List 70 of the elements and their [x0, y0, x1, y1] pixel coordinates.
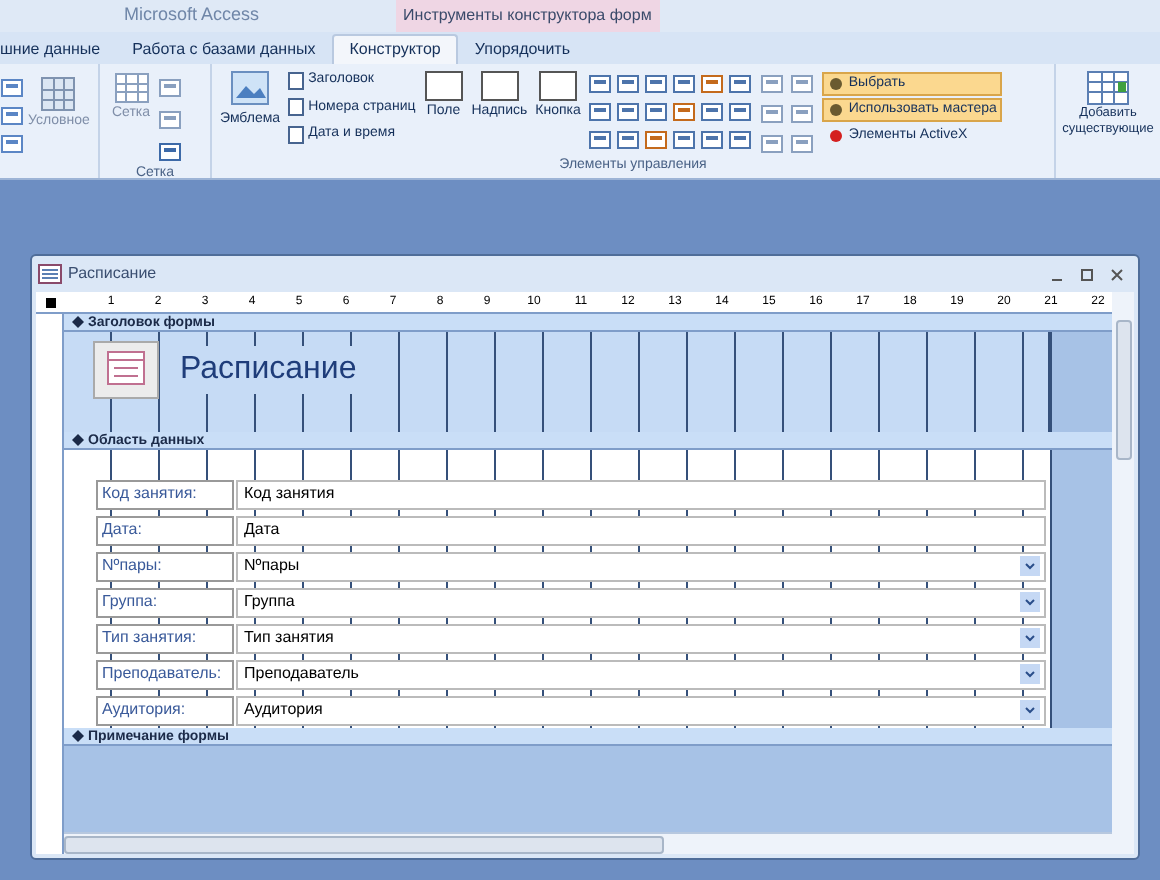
- scroll-thumb[interactable]: [64, 835, 664, 853]
- control-tool-icon[interactable]: [700, 100, 725, 124]
- window-title: Расписание: [68, 262, 157, 286]
- form-selector[interactable]: [45, 297, 55, 307]
- ribbon-tab[interactable]: Работа с базами данных: [116, 34, 332, 64]
- ribbon-tab[interactable]: шние данные: [0, 34, 117, 64]
- control-tool-icon[interactable]: [700, 128, 725, 152]
- control-tool-icon[interactable]: [728, 72, 753, 96]
- ribbon-tab[interactable]: Упорядочить: [458, 34, 586, 64]
- format-icon[interactable]: [790, 132, 815, 156]
- format-icon[interactable]: [760, 102, 785, 126]
- form-title: Расписание: [180, 346, 357, 394]
- context-title: Инструменты конструктора форм: [395, 0, 660, 32]
- form-logo-icon: [92, 340, 160, 400]
- format-icon[interactable]: [0, 104, 24, 128]
- control-tool-icon[interactable]: [644, 128, 669, 152]
- ribbon-tab[interactable]: Конструктор: [331, 34, 459, 64]
- dropdown-icon[interactable]: [1020, 592, 1040, 612]
- field-label: Код занятия:: [96, 479, 234, 509]
- dropdown-icon[interactable]: [1020, 628, 1040, 648]
- close-icon[interactable]: [1110, 267, 1124, 281]
- maximize-icon[interactable]: [1080, 267, 1094, 281]
- control-tool-icon[interactable]: [644, 100, 669, 124]
- combo-box[interactable]: Аудитория: [236, 695, 1046, 725]
- dropdown-icon[interactable]: [1020, 664, 1040, 684]
- field-label: Тип занятия:: [96, 623, 234, 653]
- control-icon: [538, 70, 579, 102]
- combo-box[interactable]: Тип занятия: [236, 623, 1046, 653]
- text-box[interactable]: Дата: [236, 515, 1046, 545]
- combo-box[interactable]: Группа: [236, 587, 1046, 617]
- logo-icon: [230, 70, 271, 110]
- field-label: Преподаватель:: [96, 659, 234, 689]
- field-label: Nºпары:: [96, 551, 234, 581]
- control-tool-icon[interactable]: [700, 72, 725, 96]
- control-icon: [479, 70, 520, 102]
- format-icon[interactable]: [760, 132, 785, 156]
- horizontal-scrollbar[interactable]: [64, 832, 1112, 854]
- control-tool-icon[interactable]: [588, 72, 613, 96]
- field-label: Группа:: [96, 587, 234, 617]
- field-label: Аудитория:: [96, 695, 234, 725]
- text-box[interactable]: Код занятия: [236, 479, 1046, 509]
- control-tool-icon[interactable]: [728, 100, 753, 124]
- control-tool-icon[interactable]: [672, 128, 697, 152]
- format-icon[interactable]: [0, 132, 24, 156]
- control-tool-icon[interactable]: [616, 128, 641, 152]
- dropdown-icon[interactable]: [1020, 556, 1040, 576]
- field-label: Дата:: [96, 515, 234, 545]
- control-tool-icon[interactable]: [616, 100, 641, 124]
- app-title: Microsoft Access: [124, 2, 260, 29]
- vertical-scrollbar[interactable]: [1112, 292, 1134, 854]
- combo-box[interactable]: Nºпары: [236, 551, 1046, 581]
- dropdown-icon[interactable]: [1020, 700, 1040, 720]
- control-icon: [423, 70, 464, 102]
- control-tool-icon[interactable]: [588, 128, 613, 152]
- control-tool-icon[interactable]: [672, 100, 697, 124]
- grid-icon: [113, 72, 150, 104]
- control-tool-icon[interactable]: [728, 128, 753, 152]
- control-tool-icon[interactable]: [616, 72, 641, 96]
- format-icon[interactable]: [790, 72, 815, 96]
- format-icon[interactable]: [790, 102, 815, 126]
- scroll-thumb[interactable]: [1115, 320, 1131, 460]
- control-tool-icon[interactable]: [672, 72, 697, 96]
- table-icon: [1086, 70, 1130, 106]
- table-icon: [40, 76, 77, 112]
- control-tool-icon[interactable]: [644, 72, 669, 96]
- format-icon[interactable]: [0, 76, 24, 100]
- form-icon: [38, 264, 62, 284]
- combo-box[interactable]: Преподаватель: [236, 659, 1046, 689]
- control-tool-icon[interactable]: [588, 100, 613, 124]
- format-icon[interactable]: [760, 72, 785, 96]
